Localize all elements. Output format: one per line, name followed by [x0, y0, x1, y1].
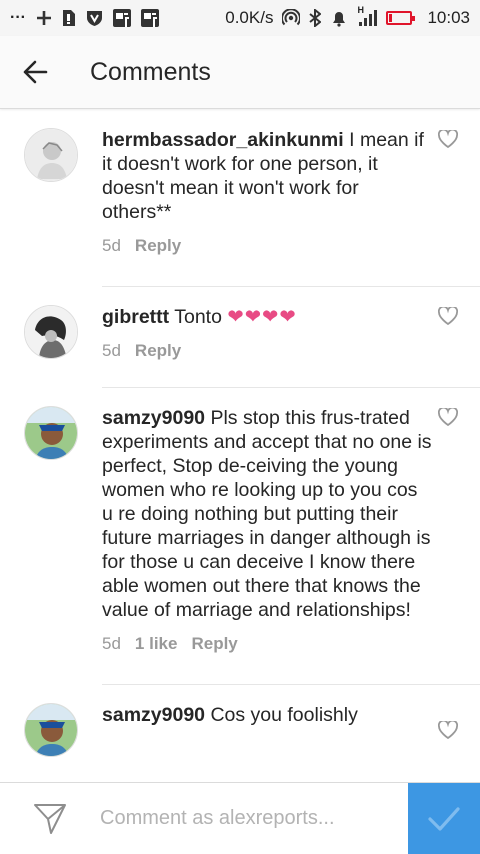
signal-icon: H	[357, 5, 378, 27]
avatar[interactable]	[24, 703, 78, 757]
page-title: Comments	[90, 57, 211, 86]
heart-emojis: ❤❤❤❤	[227, 306, 297, 328]
reply-button[interactable]: Reply	[191, 634, 237, 654]
comment-text: hermbassador_akinkunmi I mean if it does…	[102, 128, 432, 224]
facebook-icon	[112, 9, 131, 27]
comment-item: samzy9090 Cos you foolishly	[0, 685, 480, 757]
back-button[interactable]	[0, 36, 70, 109]
like-button[interactable]	[437, 406, 466, 654]
send-direct-button[interactable]	[0, 783, 100, 854]
comment-time: 5d	[102, 236, 121, 255]
comment-message: Tonto	[174, 306, 222, 328]
hotspot-icon	[282, 9, 301, 27]
comment-item: samzy9090 Pls stop this frus-trated expe…	[0, 388, 480, 654]
more-dots-icon: ···	[10, 9, 26, 26]
comment-text: samzy9090 Pls stop this frus-trated expe…	[102, 406, 432, 622]
like-button[interactable]	[437, 703, 466, 757]
clock: 10:03	[427, 8, 470, 27]
comment-item: gibrettt Tonto ❤❤❤❤ 5d Reply	[0, 287, 480, 361]
signal-type-label: H	[357, 5, 364, 15]
reply-button[interactable]: Reply	[135, 341, 181, 361]
arrow-left-icon	[23, 60, 48, 84]
post-comment-button[interactable]	[408, 782, 480, 854]
heart-icon	[437, 128, 459, 149]
like-button[interactable]	[437, 128, 466, 256]
plus-icon	[36, 10, 52, 26]
bluetooth-icon	[309, 9, 322, 27]
battery-icon	[386, 11, 416, 25]
status-bar: ··· 0.0K/s H 10:03	[0, 0, 480, 36]
avatar[interactable]	[24, 406, 78, 460]
comment-message: Pls stop this frus-trated experiments an…	[102, 407, 432, 621]
checkmark-icon	[428, 806, 460, 831]
comment-input[interactable]	[100, 798, 408, 839]
reply-button[interactable]: Reply	[135, 236, 181, 256]
comment-username[interactable]: samzy9090	[102, 704, 205, 726]
heart-icon	[437, 406, 459, 427]
comments-list[interactable]: hermbassador_akinkunmi I mean if it does…	[0, 110, 480, 782]
comment-time: 5d	[102, 341, 121, 360]
header: Comments	[0, 36, 480, 109]
comment-username[interactable]: samzy9090	[102, 407, 205, 429]
avatar[interactable]	[24, 128, 78, 182]
comment-item: hermbassador_akinkunmi I mean if it does…	[0, 110, 480, 256]
avatar[interactable]	[24, 305, 78, 359]
heart-icon	[437, 719, 459, 740]
shield-icon	[86, 9, 103, 27]
comment-composer	[0, 782, 480, 854]
comment-username[interactable]: gibrettt	[102, 306, 169, 328]
sd-card-icon	[62, 9, 76, 27]
heart-icon	[437, 305, 459, 326]
network-speed: 0.0K/s	[225, 8, 274, 27]
comment-text: gibrettt Tonto ❤❤❤❤	[102, 305, 432, 329]
alarm-icon	[330, 9, 348, 27]
comment-time: 5d	[102, 634, 121, 653]
comment-username[interactable]: hermbassador_akinkunmi	[102, 129, 344, 151]
comment-text: samzy9090 Cos you foolishly	[102, 703, 432, 727]
facebook-icon	[140, 9, 159, 27]
paper-plane-icon	[34, 803, 66, 834]
like-button[interactable]	[437, 305, 466, 361]
comment-message: Cos you foolishly	[210, 704, 358, 726]
likes-count-link[interactable]: 1 like	[135, 634, 178, 654]
